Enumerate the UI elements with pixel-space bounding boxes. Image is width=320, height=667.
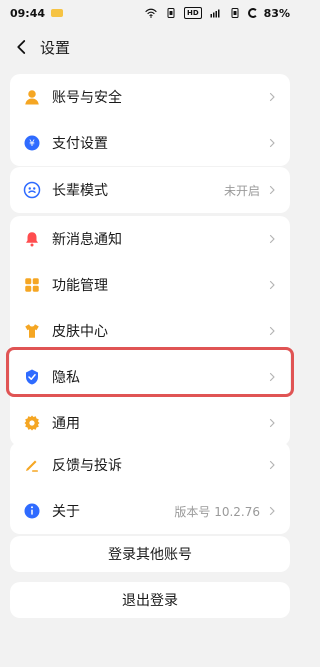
- settings-item-label: 关于: [52, 504, 80, 520]
- elder-mode-status: 未开启: [223, 183, 260, 198]
- settings-item-about[interactable]: 关于 版本号 10.2.76: [10, 488, 290, 534]
- settings-item-label: 账号与安全: [52, 90, 122, 106]
- settings-group-about: 反馈与投诉 关于 版本号 10.2.76: [10, 442, 290, 534]
- notification-badge-icon: [51, 9, 64, 17]
- settings-group-preferences: 新消息通知 功能管理 皮肤中心 隐私 通用: [10, 216, 290, 446]
- settings-item-label: 支付设置: [52, 136, 108, 152]
- back-button[interactable]: [10, 35, 34, 59]
- gear-icon: [22, 413, 42, 433]
- settings-item-elder-mode[interactable]: 长辈模式 未开启: [10, 167, 290, 213]
- elder-mode-icon: [22, 180, 42, 200]
- settings-item-label: 反馈与投诉: [52, 458, 122, 474]
- sim2-icon: [231, 8, 239, 18]
- battery-ring-icon: [247, 8, 258, 18]
- settings-item-feedback[interactable]: 反馈与投诉: [10, 442, 290, 488]
- chevron-right-icon: [269, 418, 275, 428]
- hd-badge: HD: [183, 7, 202, 19]
- chevron-right-icon: [269, 506, 275, 516]
- battery-percentage: 83%: [263, 6, 290, 20]
- tshirt-icon: [22, 321, 42, 341]
- bell-icon: [22, 229, 42, 249]
- settings-item-label: 长辈模式: [52, 183, 108, 199]
- status-left: 09:44: [10, 6, 64, 20]
- sim-icon: [167, 8, 175, 18]
- login-other-account-button[interactable]: 登录其他账号: [10, 536, 290, 572]
- page-title: 设置: [40, 38, 71, 57]
- settings-item-label: 通用: [52, 416, 80, 432]
- signal-icon: [210, 9, 220, 18]
- yuan-icon: ¥: [22, 133, 42, 153]
- chevron-right-icon: [269, 92, 275, 102]
- settings-item-label: 皮肤中心: [52, 324, 108, 340]
- settings-item-payment[interactable]: ¥ 支付设置: [10, 120, 290, 166]
- chevron-right-icon: [269, 234, 275, 244]
- svg-text:¥: ¥: [29, 139, 35, 149]
- status-time: 09:44: [10, 6, 46, 20]
- wifi-icon: [145, 8, 157, 18]
- settings-item-notifications[interactable]: 新消息通知: [10, 216, 290, 262]
- status-bar: 09:44 HD 83%: [0, 0, 300, 26]
- chevron-right-icon: [269, 138, 275, 148]
- privacy-highlight-box: [6, 347, 294, 397]
- chevron-right-icon: [269, 460, 275, 470]
- settings-item-label: 功能管理: [52, 278, 108, 294]
- feedback-icon: [22, 455, 42, 475]
- version-text: 版本号 10.2.76: [174, 504, 260, 519]
- back-arrow-icon: [17, 40, 26, 54]
- user-icon: [22, 87, 42, 107]
- settings-item-account-security[interactable]: 账号与安全: [10, 74, 290, 120]
- grid-icon: [22, 275, 42, 295]
- status-right: HD 83%: [144, 7, 290, 20]
- settings-group-elder-mode: 长辈模式 未开启: [10, 167, 290, 213]
- settings-item-general[interactable]: 通用: [10, 400, 290, 446]
- settings-item-features[interactable]: 功能管理: [10, 262, 290, 308]
- chevron-right-icon: [269, 185, 275, 195]
- settings-item-label: 新消息通知: [52, 232, 122, 248]
- top-bar: 设置: [0, 30, 300, 64]
- info-icon: [22, 501, 42, 521]
- settings-group-account: 账号与安全 ¥ 支付设置: [10, 74, 290, 166]
- logout-button[interactable]: 退出登录: [10, 582, 290, 618]
- chevron-right-icon: [269, 326, 275, 336]
- chevron-right-icon: [269, 280, 275, 290]
